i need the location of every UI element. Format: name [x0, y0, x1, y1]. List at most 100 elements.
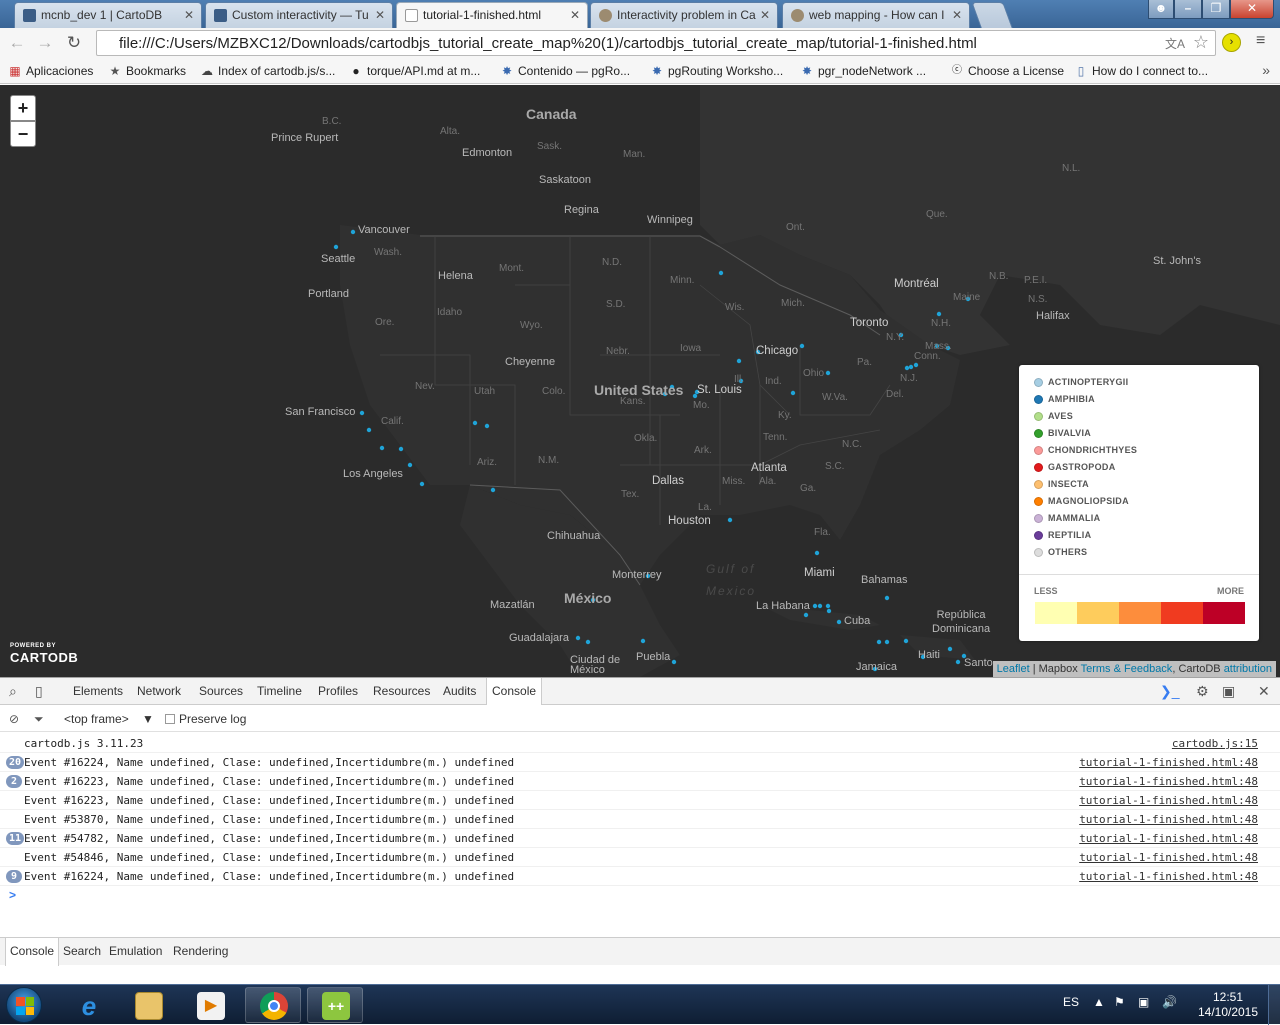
drawer-tab-emulation[interactable]: Emulation [105, 938, 166, 965]
taskbar-app-active[interactable] [245, 987, 301, 1023]
close-icon[interactable]: ✕ [570, 3, 580, 27]
tab-console[interactable]: Console [486, 678, 543, 705]
gear-icon[interactable]: ⚙ [1196, 683, 1209, 700]
attribution-link[interactable]: attribution [1224, 663, 1272, 675]
address-bar[interactable]: file:///C:/Users/MZBXC12/Downloads/carto… [96, 30, 1216, 56]
occurrence-point[interactable] [350, 229, 356, 235]
more-bookmarks-icon[interactable]: » [1262, 62, 1270, 78]
occurrence-point[interactable] [799, 343, 805, 349]
console-source-link[interactable]: tutorial-1-finished.html:48 [1079, 867, 1258, 886]
bookmark-item[interactable]: ✸ pgRouting Worksho... [648, 62, 783, 80]
occurrence-point[interactable] [814, 550, 820, 556]
close-icon[interactable]: ✕ [375, 3, 385, 27]
translate-icon[interactable]: 文A [1165, 35, 1185, 52]
console-source-link[interactable]: tutorial-1-finished.html:48 [1079, 810, 1258, 829]
occurrence-point[interactable] [484, 423, 490, 429]
browser-tab[interactable]: mcnb_dev 1 | CartoDB ✕ [14, 2, 202, 28]
occurrence-point[interactable] [333, 244, 339, 250]
occurrence-point[interactable] [407, 462, 413, 468]
occurrence-point[interactable] [490, 487, 496, 493]
drawer-tab-search[interactable]: Search [59, 938, 105, 965]
bookmark-item[interactable]: ⓒ Choose a License [948, 62, 1064, 80]
tab-sources[interactable]: Sources [194, 678, 248, 704]
map-canvas[interactable]: + − Canada United States México B.C. Alt… [0, 85, 1280, 677]
inspect-icon[interactable]: ⌕ [9, 683, 17, 700]
tab-elements[interactable]: Elements [68, 678, 128, 704]
console-source-link[interactable]: tutorial-1-finished.html:48 [1079, 848, 1258, 867]
zoom-in-button[interactable]: + [10, 95, 36, 121]
occurrence-point[interactable] [947, 646, 953, 652]
occurrence-point[interactable] [955, 659, 961, 665]
tab-network[interactable]: Network [132, 678, 186, 704]
preserve-log-checkbox[interactable] [165, 714, 175, 724]
occurrence-point[interactable] [398, 446, 404, 452]
occurrence-point[interactable] [419, 481, 425, 487]
browser-tab-active[interactable]: tutorial-1-finished.html ✕ [396, 2, 588, 29]
tab-resources[interactable]: Resources [368, 678, 435, 704]
frame-selector[interactable]: <top frame> [64, 712, 129, 726]
browser-tab[interactable]: Custom interactivity — Tu ✕ [205, 2, 393, 28]
taskbar-app[interactable]: e [60, 987, 116, 1023]
volume-icon[interactable]: 🔊 [1162, 995, 1177, 1009]
console-drawer-icon[interactable]: ❯_ [1160, 683, 1180, 700]
bookmark-item[interactable]: ★ Bookmarks [106, 62, 186, 80]
language-indicator[interactable]: ES [1063, 995, 1079, 1009]
close-icon[interactable]: ✕ [1258, 683, 1270, 700]
system-clock[interactable]: 12:51 14/10/2015 [1196, 990, 1260, 1020]
occurrence-point[interactable] [585, 639, 591, 645]
url-text[interactable]: file:///C:/Users/MZBXC12/Downloads/carto… [119, 35, 977, 52]
console-prompt[interactable]: > [9, 888, 16, 902]
maximize-button[interactable]: ❐ [1202, 0, 1230, 19]
device-mode-icon[interactable]: ▯ [35, 683, 43, 700]
occurrence-point[interactable] [736, 358, 742, 364]
forward-button[interactable]: → [34, 32, 56, 54]
bookmark-item[interactable]: ▯ How do I connect to... [1072, 62, 1208, 80]
chevron-down-icon[interactable]: ▼ [142, 712, 154, 726]
occurrence-point[interactable] [913, 362, 919, 368]
browser-tab[interactable]: Interactivity problem in Ca ✕ [590, 2, 778, 28]
clear-console-icon[interactable]: ⊘ [9, 712, 19, 726]
occurrence-point[interactable] [803, 612, 809, 618]
back-button[interactable]: ← [6, 32, 28, 54]
close-window-button[interactable]: ✕ [1230, 0, 1274, 19]
occurrence-point[interactable] [836, 619, 842, 625]
occurrence-point[interactable] [790, 390, 796, 396]
occurrence-point[interactable] [884, 595, 890, 601]
occurrence-point[interactable] [727, 517, 733, 523]
taskbar-app[interactable]: ▶ [182, 987, 238, 1023]
extension-icon[interactable]: › [1222, 33, 1241, 52]
occurrence-point[interactable] [904, 365, 910, 371]
leaflet-link[interactable]: Leaflet [997, 663, 1030, 675]
zoom-out-button[interactable]: − [10, 121, 36, 147]
browser-tab[interactable]: web mapping - How can I ✕ [782, 2, 970, 28]
chrome-menu-icon[interactable]: ≡ [1256, 32, 1265, 50]
occurrence-point[interactable] [379, 445, 385, 451]
tab-timeline[interactable]: Timeline [252, 678, 307, 704]
filter-icon[interactable]: ⏷ [34, 712, 44, 727]
occurrence-point[interactable] [812, 603, 818, 609]
occurrence-point[interactable] [936, 311, 942, 317]
new-tab-button[interactable] [971, 2, 1013, 28]
dock-icon[interactable]: ▣ [1222, 683, 1235, 700]
network-icon[interactable]: ▣ [1138, 995, 1149, 1009]
minimize-button[interactable]: – [1174, 0, 1202, 19]
taskbar-app[interactable] [120, 987, 176, 1023]
close-icon[interactable]: ✕ [184, 3, 194, 27]
occurrence-point[interactable] [903, 638, 909, 644]
occurrence-point[interactable] [825, 603, 831, 609]
occurrence-point[interactable] [640, 638, 646, 644]
occurrence-point[interactable] [825, 370, 831, 376]
tab-profiles[interactable]: Profiles [313, 678, 363, 704]
cartodb-logo[interactable]: POWERED BY CARTODB [10, 643, 78, 665]
terms-link[interactable]: Terms & Feedback [1081, 663, 1173, 675]
occurrence-point[interactable] [718, 270, 724, 276]
console-source-link[interactable]: cartodb.js:15 [1172, 734, 1258, 753]
taskbar-app[interactable]: ++ [307, 987, 363, 1023]
occurrence-point[interactable] [366, 427, 372, 433]
reload-button[interactable]: ↻ [63, 32, 85, 54]
drawer-tab-rendering[interactable]: Rendering [169, 938, 232, 965]
start-button[interactable] [6, 987, 42, 1023]
close-icon[interactable]: ✕ [760, 3, 770, 27]
occurrence-point[interactable] [908, 364, 914, 370]
tab-audits[interactable]: Audits [438, 678, 481, 704]
